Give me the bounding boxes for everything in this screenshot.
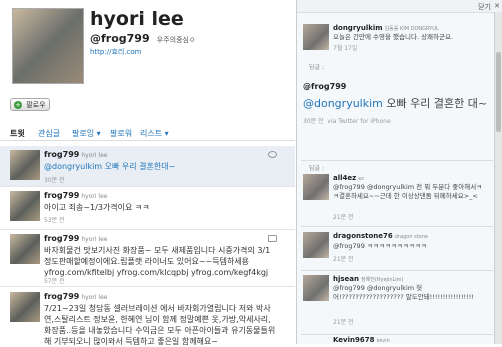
follow-label: 팔로우 — [26, 101, 46, 109]
reply-item[interactable]: all4ez ez @frog799 @dongryulkim 전 뭐 두분다 좋… — [297, 172, 495, 222]
tweet-header: hjsean 정해진(HyejinLim) — [333, 275, 404, 283]
tweet-time[interactable]: 57분 전 — [44, 276, 65, 285]
tweet-text: 아이고 죄송~1/3가격이요 ㅋㅋ — [44, 203, 150, 212]
tweet-item[interactable]: frog799 hyori lee 아이고 죄송~1/3가격이요 ㅋㅋ 53분 전 — [0, 187, 295, 230]
tweet-time[interactable]: 30분 전 — [44, 175, 65, 184]
profile-handle-line: @frog799 우주의중심ㅇ — [90, 32, 195, 45]
close-icon[interactable]: ✕ — [494, 2, 500, 10]
reply-item[interactable]: Kevin9678 kevin — [297, 336, 495, 344]
replies-label: 답글 : — [309, 165, 324, 172]
tweet-item[interactable]: frog799 hyori lee 7/21~23일 청담동 셀러브레이션 에서 … — [0, 288, 295, 346]
main-tweet: @frog799 @dongryulkim 오빠 우리 결혼한 대~ 30분 전… — [303, 82, 491, 125]
tweet-header: Kevin9678 kevin — [333, 336, 390, 344]
profile-page: hyori lee @frog799 우주의중심ㅇ http://효리.com … — [0, 0, 295, 346]
tweet-time[interactable]: 21분 전 — [333, 212, 354, 221]
tweet-header: dragonstone76 dragon stone — [333, 232, 428, 240]
profile-url[interactable]: http://효리.com — [90, 47, 142, 57]
tweet-text: @frog799 ㅋㅋㅋㅋㅋㅋㅋㅋㅋㅋ — [333, 242, 427, 250]
plus-icon: + — [14, 101, 22, 109]
avatar[interactable] — [10, 150, 40, 180]
tweet-header: dongryulkim 김동률 KIM DONGRYUL — [333, 24, 439, 32]
avatar[interactable] — [10, 292, 40, 322]
divider — [301, 334, 493, 335]
reply-label: 답글 : — [309, 64, 324, 71]
tweet-text: @dongryulkim 오빠 우리 결혼한대~ — [44, 162, 176, 171]
avatar[interactable] — [10, 234, 40, 264]
reply-item[interactable]: dragonstone76 dragon stone @frog799 ㅋㅋㅋㅋㅋ… — [297, 230, 495, 270]
panel-topbar: 닫기 ✕ — [297, 0, 502, 13]
tweet-time[interactable]: 21분 전 — [333, 317, 354, 326]
profile-handle: @frog799 — [90, 32, 150, 45]
details-panel: 닫기 ✕ dongryulkim 김동률 KIM DONGRYUL 오늘은 간만에… — [296, 0, 502, 344]
tweet-text: @frog799 @dongryulkim 전 뭐 두분다 좋아해서ㅋㅋ결혼하세… — [333, 183, 483, 200]
close-button[interactable]: 닫기 — [478, 2, 491, 12]
divider — [301, 270, 493, 271]
tweet-time[interactable]: 7월 17일 — [333, 43, 357, 52]
profile-name: hyori lee — [90, 8, 184, 30]
avatar[interactable] — [303, 232, 329, 258]
tweet-item[interactable]: frog799 hyori lee @dongryulkim 오빠 우리 결혼한대… — [0, 146, 295, 187]
tweet-text: 오늘은 간만에 수영을 했습니다. 상쾌하군요. — [333, 33, 454, 41]
avatar[interactable] — [10, 191, 40, 221]
scrollbar-thumb[interactable] — [496, 52, 501, 132]
tab-lists[interactable]: 리스트 ▾ — [140, 128, 169, 139]
tweet-text: 7/21~23일 청담동 셀러브레이션 에서 바자회가열립니다 저와 박사연,스… — [44, 304, 276, 346]
tab-following[interactable]: 팔로잉 ▾ — [72, 128, 101, 139]
profile-avatar[interactable] — [12, 8, 84, 84]
avatar[interactable] — [303, 275, 329, 301]
tweet-time[interactable]: 53분 전 — [44, 215, 65, 224]
tweet-header: all4ez ez — [333, 174, 364, 182]
tweet-text: 바자회물건 맛보기사진 화장품~ 모두 새제품입니다 시중가격의 3/1정도판매… — [44, 246, 271, 277]
avatar[interactable] — [303, 174, 329, 200]
tweet-item[interactable]: frog799 hyori lee 바자회물건 맛보기사진 화장품~ 모두 새제품… — [0, 230, 295, 287]
main-tweet-user[interactable]: @frog799 — [303, 82, 491, 91]
scrollbar[interactable] — [494, 12, 502, 344]
tweet-time[interactable]: 21분 전 — [333, 254, 354, 263]
tweet-header: frog799 hyori lee — [44, 292, 108, 301]
follow-button[interactable]: + 팔로우 — [10, 98, 50, 111]
image-icon[interactable] — [268, 235, 277, 242]
tweet-header: frog799 hyori lee — [44, 191, 108, 200]
reply-item[interactable]: hjsean 정해진(HyejinLim) @frog799 @dongryulk… — [297, 273, 495, 331]
tab-favorites[interactable]: 관심글 — [38, 128, 60, 139]
tab-followers[interactable]: 팔로워 — [110, 128, 132, 139]
divider — [301, 226, 493, 227]
tweet-header: frog799 hyori lee — [44, 150, 108, 159]
tweet-header: frog799 hyori lee — [44, 234, 108, 243]
main-tweet-text: @dongryulkim 오빠 우리 결혼한 대~ — [303, 97, 488, 110]
divider — [301, 160, 493, 161]
profile-tabs: 트윗 관심글 팔로잉 ▾ 팔로워 리스트 ▾ — [0, 122, 295, 141]
main-tweet-meta: 30분 전 via Twitter for iPhone — [303, 118, 391, 125]
tweet-text: @frog799 @dongryulkim 헛 어!??????????????… — [333, 284, 474, 301]
profile-location: 우주의중심ㅇ — [156, 36, 196, 44]
tab-tweets[interactable]: 트윗 — [10, 128, 25, 139]
avatar[interactable] — [303, 24, 329, 50]
context-tweet[interactable]: dongryulkim 김동률 KIM DONGRYUL 오늘은 간만에 수영을 … — [297, 20, 495, 54]
speech-bubble-icon[interactable] — [268, 151, 277, 158]
